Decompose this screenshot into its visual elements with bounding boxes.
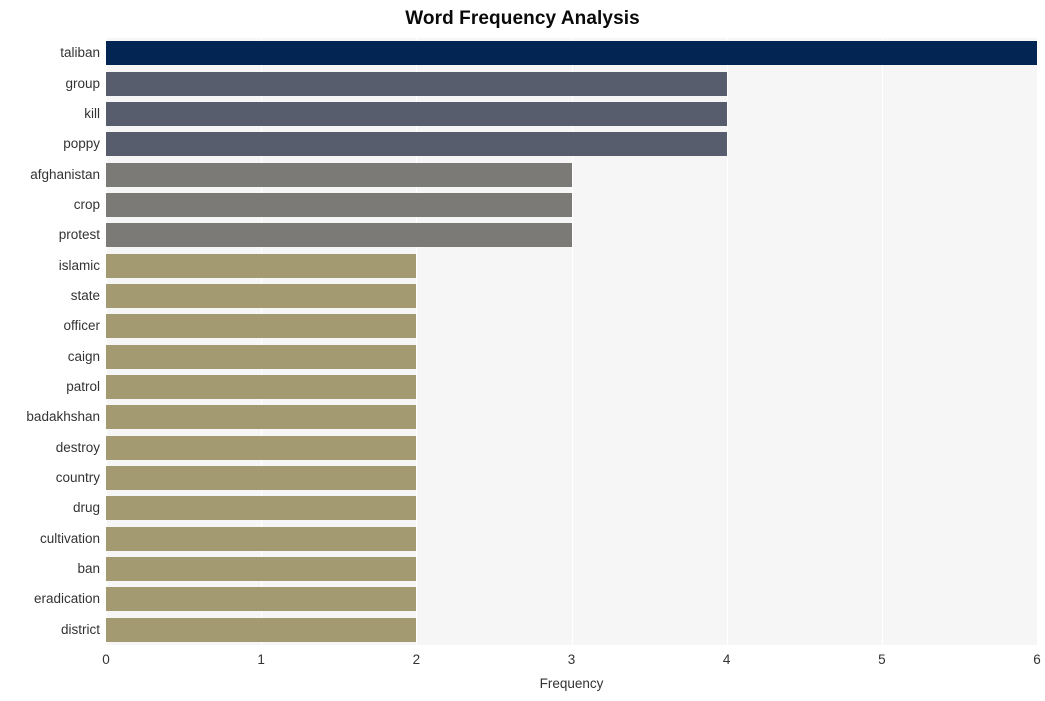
bar-row xyxy=(106,223,1037,248)
bar-eradication[interactable] xyxy=(106,587,417,612)
bar-poppy[interactable] xyxy=(106,132,727,157)
x-tick-label-2: 2 xyxy=(412,652,421,667)
bar-ban[interactable] xyxy=(106,557,417,582)
bar-officer[interactable] xyxy=(106,314,417,339)
bar-caign[interactable] xyxy=(106,344,417,369)
bar-drug[interactable] xyxy=(106,496,417,521)
bar-row xyxy=(106,496,1037,521)
x-axis-title: Frequency xyxy=(539,676,604,691)
x-tick-label-6: 6 xyxy=(1033,652,1041,667)
plot-area xyxy=(106,38,1038,645)
bar-row xyxy=(106,132,1037,157)
bar-row xyxy=(106,466,1037,491)
bar-badakhshan[interactable] xyxy=(106,405,417,430)
page-title: Word Frequency Analysis xyxy=(405,8,640,29)
bar-row xyxy=(106,71,1037,96)
bar-row xyxy=(106,344,1037,369)
y-tick-label-caign: caign xyxy=(67,348,100,364)
y-tick-label-ban: ban xyxy=(77,561,100,577)
bar-patrol[interactable] xyxy=(106,375,417,399)
bar-row xyxy=(106,41,1037,66)
bar-kill[interactable] xyxy=(106,101,727,126)
y-tick-label-drug: drug xyxy=(72,500,100,516)
x-tick-label-1: 1 xyxy=(257,652,265,667)
bar-row xyxy=(106,557,1037,582)
bar-row xyxy=(106,253,1037,278)
y-tick-label-state: state xyxy=(70,287,100,303)
x-tick-label-5: 5 xyxy=(878,652,886,667)
x-tick-label-4: 4 xyxy=(722,652,731,667)
y-tick-label-kill: kill xyxy=(84,105,100,121)
bar-row xyxy=(106,375,1037,399)
y-tick-label-islamic: islamic xyxy=(58,257,100,273)
x-tick-label-3: 3 xyxy=(567,652,576,667)
y-tick-label-cultivation: cultivation xyxy=(39,530,100,546)
gridline xyxy=(1037,38,1038,645)
bar-islamic[interactable] xyxy=(106,253,417,278)
bar-row xyxy=(106,526,1037,551)
y-tick-label-badakhshan: badakhshan xyxy=(26,409,100,425)
x-axis: 0 1 2 3 4 5 6 xyxy=(102,645,1041,671)
y-tick-label-country: country xyxy=(55,470,100,486)
bar-row xyxy=(106,101,1037,126)
x-tick-label-0: 0 xyxy=(102,652,110,667)
bar-group[interactable] xyxy=(106,71,727,96)
y-tick-label-crop: crop xyxy=(73,196,100,212)
bars-series xyxy=(106,38,1037,645)
bar-row xyxy=(106,283,1037,308)
y-tick-label-patrol: patrol xyxy=(66,379,100,395)
y-tick-label-protest: protest xyxy=(58,227,100,243)
y-tick-label-afghanistan: afghanistan xyxy=(30,166,100,182)
bar-row xyxy=(106,192,1037,217)
bar-row xyxy=(106,314,1037,339)
bar-row xyxy=(106,405,1037,430)
bar-crop[interactable] xyxy=(106,192,572,217)
y-tick-label-group: group xyxy=(65,75,100,91)
y-tick-label-district: district xyxy=(60,621,100,637)
bar-row xyxy=(106,587,1037,612)
bar-taliban[interactable] xyxy=(106,41,1037,66)
bar-protest[interactable] xyxy=(106,223,572,248)
y-tick-label-eradication: eradication xyxy=(33,591,100,607)
bar-cultivation[interactable] xyxy=(106,526,417,551)
bar-state[interactable] xyxy=(106,283,417,308)
bar-destroy[interactable] xyxy=(106,435,417,460)
y-tick-label-destroy: destroy xyxy=(55,439,100,455)
bar-district[interactable] xyxy=(106,617,417,642)
bar-country[interactable] xyxy=(106,466,417,491)
bar-row xyxy=(106,162,1037,187)
y-axis: taliban group kill poppy afghanistan crop prot… xyxy=(0,38,100,645)
y-tick-label-poppy: poppy xyxy=(63,136,100,152)
y-tick-label-officer: officer xyxy=(63,318,100,334)
bar-row xyxy=(106,617,1037,642)
bar-afghanistan[interactable] xyxy=(106,162,572,187)
chart-figure: Word Frequency Analysis taliban group kill… xyxy=(0,0,1045,701)
bar-row xyxy=(106,435,1037,460)
y-tick-label-taliban: taliban xyxy=(60,45,100,61)
